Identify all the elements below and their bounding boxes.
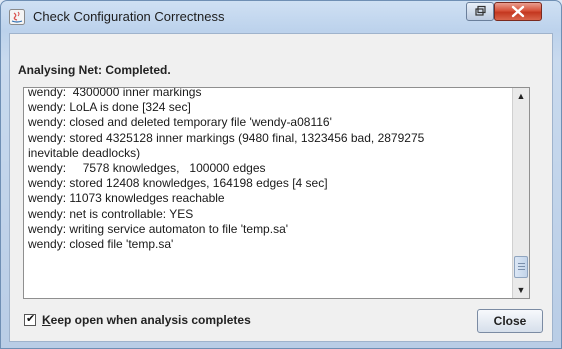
log-line: wendy: LoLA is done [324 sec]: [28, 100, 191, 115]
log-line: wendy: 7578 knowledges, 100000 edges: [28, 161, 266, 176]
log-line: wendy: closed and deleted temporary file…: [28, 115, 332, 130]
title-bar[interactable]: Check Configuration Correctness: [1, 1, 561, 33]
restore-icon: [475, 5, 486, 16]
log-line: wendy: closed file 'temp.sa': [28, 237, 174, 252]
log-line: inevitable deadlocks): [28, 145, 141, 160]
close-button[interactable]: Close: [477, 309, 543, 333]
log-lines: wendy: 4300000 inner markings wendy: LoL…: [28, 87, 512, 252]
keep-open-accesskey: K: [42, 313, 51, 327]
keep-open-checkbox[interactable]: ✔: [24, 313, 36, 326]
dialog-content: Analysing Net: Completed. wendy: 4300000…: [9, 33, 553, 342]
log-line: wendy: 11073 knowledges reachable: [28, 191, 225, 206]
keep-open-label[interactable]: Keep open when analysis completes: [42, 313, 251, 327]
scroll-down-icon[interactable]: ▼: [513, 282, 529, 298]
restore-button[interactable]: [466, 2, 494, 21]
close-window-button[interactable]: [494, 2, 542, 21]
scroll-up-icon[interactable]: ▲: [513, 88, 529, 104]
java-icon: [9, 9, 25, 25]
dialog-window: Check Configuration Correctness Analysin…: [0, 0, 562, 349]
log-line: wendy: writing service automaton to file…: [28, 221, 289, 236]
close-icon: [511, 5, 525, 18]
vertical-scrollbar[interactable]: ▲ ▼: [512, 88, 529, 298]
scroll-thumb[interactable]: [514, 256, 528, 278]
status-label: Analysing Net: Completed.: [18, 63, 171, 77]
window-title: Check Configuration Correctness: [33, 9, 225, 24]
log-output[interactable]: wendy: 4300000 inner markings wendy: LoL…: [23, 87, 530, 299]
log-line: wendy: stored 4325128 inner markings (94…: [28, 130, 425, 145]
keep-open-text: eep open when analysis completes: [50, 313, 251, 327]
log-line: wendy: net is controllable: YES: [28, 206, 194, 221]
log-line: wendy: 4300000 inner markings: [28, 87, 202, 99]
checkmark-icon: ✔: [26, 313, 36, 325]
log-line: wendy: stored 12408 knowledges, 164198 e…: [28, 176, 328, 191]
